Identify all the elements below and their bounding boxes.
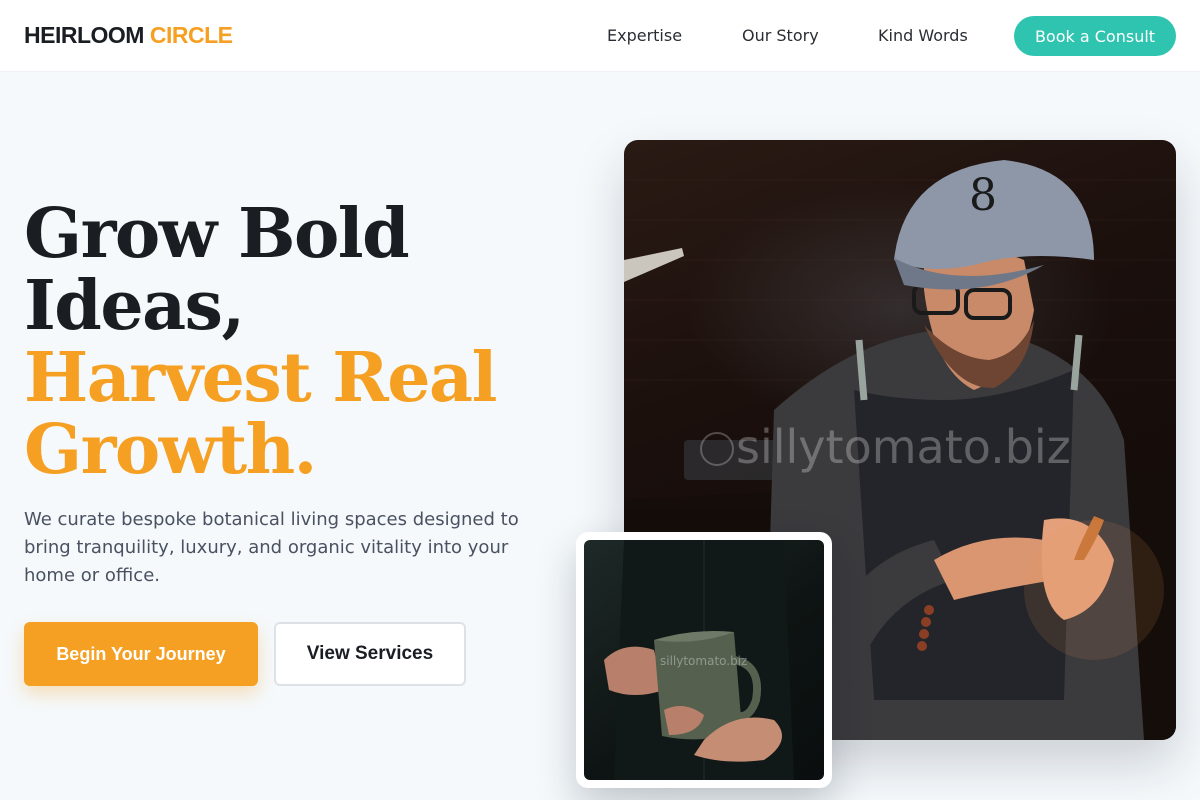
hero-headline: Grow Bold Ideas, Harvest Real Growth. — [24, 198, 584, 486]
headline-line-3: Harvest Real — [24, 338, 497, 418]
view-services-button[interactable]: View Services — [274, 622, 466, 686]
headline-line-1: Grow Bold — [24, 194, 410, 274]
site-header: HEIRLOOM CIRCLE Expertise Our Story Kind… — [0, 0, 1200, 72]
cap-logo-icon: 8 — [969, 170, 997, 221]
inset-photo-watermark: sillytomato.biz — [660, 654, 748, 668]
nav-link-kind-words[interactable]: Kind Words — [878, 26, 968, 45]
headline-line-4: Growth. — [24, 410, 317, 490]
book-consult-button[interactable]: Book a Consult — [1014, 16, 1176, 56]
main-photo-watermark: sillytomato.biz — [736, 420, 1071, 474]
nav-link-our-story[interactable]: Our Story — [742, 26, 819, 45]
logo-primary-text: HEIRLOOM — [24, 22, 144, 48]
hero-subtext: We curate bespoke botanical living space… — [24, 509, 519, 586]
begin-journey-button[interactable]: Begin Your Journey — [24, 622, 258, 686]
logo-accent-text: CIRCLE — [149, 22, 233, 48]
brand-logo[interactable]: HEIRLOOM CIRCLE — [24, 22, 233, 49]
watermark-logo-icon — [700, 432, 734, 466]
headline-line-2: Ideas, — [24, 266, 245, 346]
nav-link-expertise[interactable]: Expertise — [607, 26, 682, 45]
